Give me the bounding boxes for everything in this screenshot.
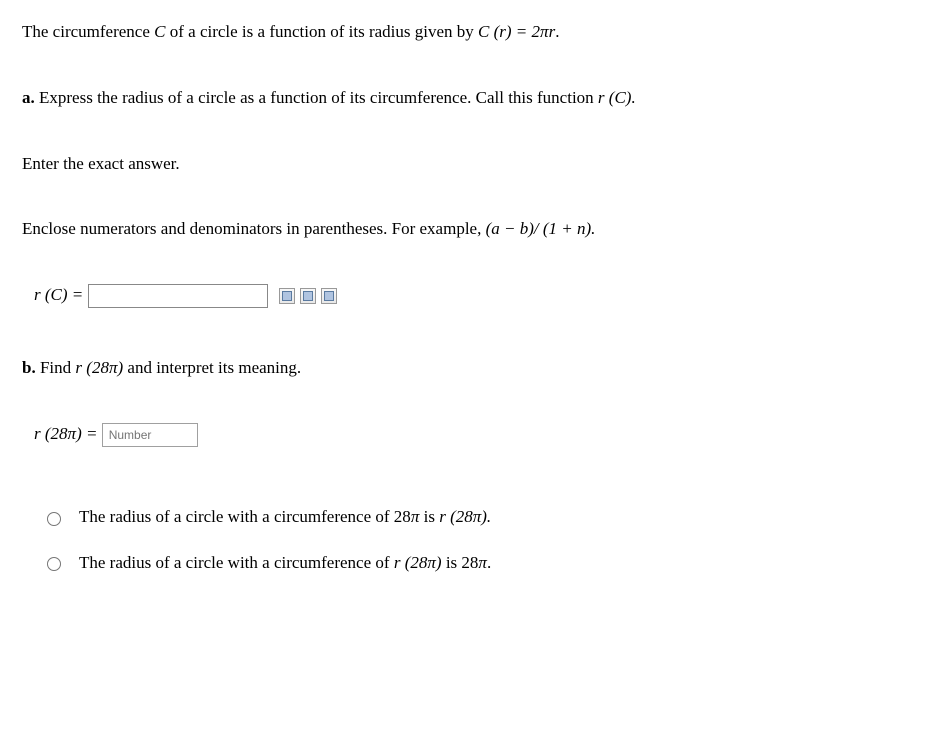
choice-1-row: The radius of a circle with a circumfere… (22, 505, 923, 529)
part-b-lhs-close: ) = (76, 424, 102, 443)
choice-1-radio[interactable] (47, 512, 61, 526)
part-b-input[interactable] (102, 423, 198, 447)
choice-1-text: The radius of a circle with a circumfere… (79, 505, 491, 529)
pi-icon: π (540, 22, 549, 41)
part-b-answer-row: r (28π) = (22, 422, 923, 447)
part-b-label: b. (22, 358, 36, 377)
choice-2-row: The radius of a circle with a circumfere… (22, 551, 923, 575)
part-a-input[interactable] (88, 284, 268, 308)
part-a-label: a. (22, 88, 35, 107)
editor-tool-icon[interactable] (300, 288, 316, 304)
enter-exact: Enter the exact answer. (22, 152, 923, 176)
intro-of-r: (r) = 2 (489, 22, 540, 41)
pi-icon: π (427, 553, 436, 572)
enclose-instruction: Enclose numerators and denominators in p… (22, 217, 923, 241)
pi-icon: π (473, 507, 482, 526)
enclose-pre: Enclose numerators and denominators in p… (22, 219, 486, 238)
pi-icon: π (68, 424, 77, 443)
intro-mid: of a circle is a function of its radius … (165, 22, 478, 41)
part-b-lhs-arg: (28 (41, 424, 68, 443)
intro-C: C (154, 22, 165, 41)
editor-tool-icon[interactable] (321, 288, 337, 304)
part-b-lhs-r: r (34, 424, 41, 443)
rC-r: r (34, 285, 41, 304)
part-a-fnarg: (C). (605, 88, 636, 107)
pi-icon: π (478, 553, 487, 572)
part-a-prompt: a. Express the radius of a circle as a f… (22, 86, 923, 110)
part-b-prompt: b. Find r (28π) and interpret its meanin… (22, 356, 923, 380)
intro-end: . (555, 22, 559, 41)
part-a-text: Express the radius of a circle as a func… (35, 88, 598, 107)
part-a-answer-row: r (C) = (22, 283, 923, 308)
choice-2-text: The radius of a circle with a circumfere… (79, 551, 491, 575)
intro-func-C: C (478, 22, 489, 41)
editor-tool-icon[interactable] (279, 288, 295, 304)
rC-eq: (C) = (41, 285, 88, 304)
enclose-example: (a − b)/ (1 + n). (486, 219, 596, 238)
part-b-arg: (28 (82, 358, 109, 377)
intro-pre: The circumference (22, 22, 154, 41)
choice-2-radio[interactable] (47, 557, 61, 571)
part-b-pre: Find (36, 358, 76, 377)
intro-text: The circumference C of a circle is a fun… (22, 20, 923, 44)
part-a-fn: r (598, 88, 605, 107)
part-b-post: and interpret its meaning. (123, 358, 301, 377)
